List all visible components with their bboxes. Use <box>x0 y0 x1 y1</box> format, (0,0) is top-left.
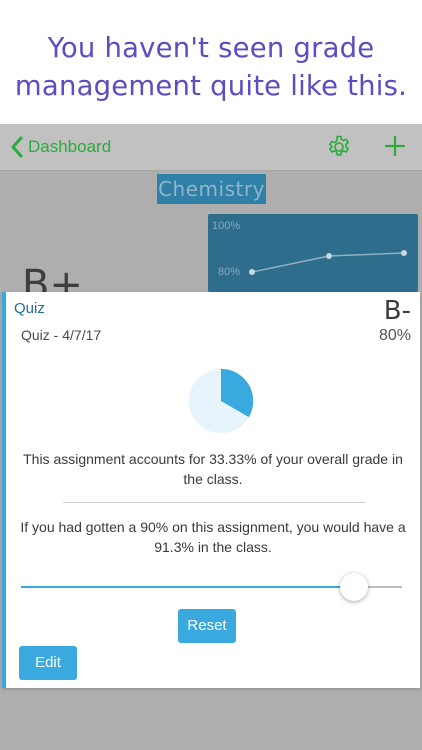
assignment-category: Quiz <box>14 300 45 317</box>
chevron-left-icon <box>11 136 23 158</box>
assignment-percent: 80% <box>378 327 411 344</box>
whatif-description: If you had gotten a 90% on this assignme… <box>20 519 406 555</box>
grade-trend-chart: 100% 80% <box>208 214 418 292</box>
trend-line <box>249 250 407 275</box>
plus-icon[interactable] <box>382 133 408 159</box>
reset-button[interactable]: Reset <box>178 609 236 643</box>
back-button[interactable]: Dashboard <box>10 134 111 160</box>
class-title: Chemistry <box>157 174 266 204</box>
assignment-detail-card: Quiz Quiz - 4/7/17 B- 80% This assignmen… <box>2 292 420 688</box>
gear-icon[interactable] <box>326 134 352 160</box>
promo-headline-line2: management quite like this. <box>14 70 408 102</box>
trend-point <box>326 253 332 259</box>
promo-headline: You haven't seen grade management quite … <box>0 0 422 124</box>
trend-point <box>401 250 407 256</box>
whatif-grade-slider-thumb[interactable] <box>340 573 368 601</box>
promo-headline-line1: You haven't seen grade <box>47 32 375 64</box>
assignment-name-date: Quiz - 4/7/17 <box>21 327 102 343</box>
assignment-letter-grade: B- <box>383 296 411 326</box>
back-button-label: Dashboard <box>28 137 112 156</box>
slider-track-filled <box>21 586 354 588</box>
divider <box>63 502 365 503</box>
weight-description: This assignment accounts for 33.33% of y… <box>23 451 403 487</box>
edit-button[interactable]: Edit <box>19 646 77 680</box>
trend-point <box>249 269 255 275</box>
navigation-bar: Dashboard <box>0 124 422 171</box>
weight-pie-chart <box>188 368 254 434</box>
